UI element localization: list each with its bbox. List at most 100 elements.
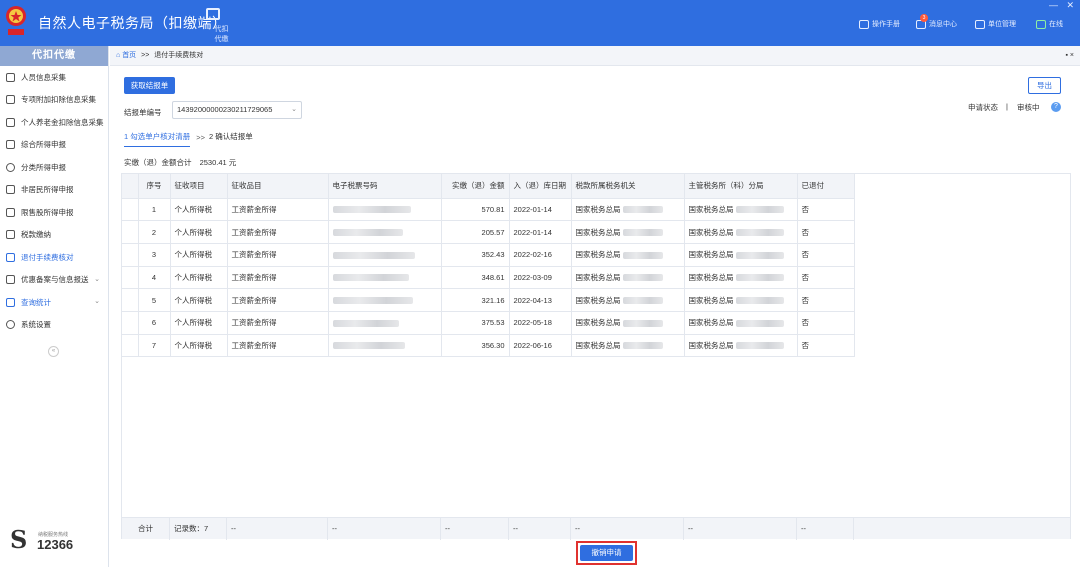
- cell-refunded: 否: [797, 266, 855, 290]
- footer-cell: --: [571, 518, 684, 540]
- export-button[interactable]: 导出: [1028, 77, 1061, 94]
- step-2[interactable]: 2 确认结报单: [209, 131, 253, 147]
- sidebar-item-nonresident[interactable]: 非居民所得申报: [0, 179, 108, 202]
- cell-branch: 国家税务总局: [684, 266, 798, 290]
- cell-item: 个人所得税: [170, 266, 228, 290]
- settlement-no-select[interactable]: 14392000000230211729065 ⌄: [172, 101, 302, 119]
- fetch-settlement-button[interactable]: 获取结报单: [124, 77, 175, 94]
- sidebar-item-personnel[interactable]: 人员信息采集: [0, 66, 108, 89]
- sidebar-item-restricted-shares[interactable]: 限售股所得申报: [0, 201, 108, 224]
- sidebar-item-pension[interactable]: 个人养老金扣除信息采集: [0, 111, 108, 134]
- cell-item-text: 个人所得税: [174, 272, 213, 282]
- table-row[interactable]: 4 个人所得税 工资薪金所得 348.61 2022-03-09 国家税务总局 国家税务总局…: [122, 266, 855, 290]
- cell-ticket-no: [328, 311, 442, 335]
- cell-item-text: 个人所得税: [174, 295, 213, 305]
- table-row[interactable]: 6 个人所得税 工资薪金所得 375.53 2022-05-18 国家税务总局 国家税务总局…: [122, 311, 855, 335]
- unit-management-link[interactable]: 单位管理: [975, 19, 1016, 29]
- cell-no: 1: [138, 198, 171, 222]
- sidebar-item-classified[interactable]: 分类所得申报: [0, 156, 108, 179]
- cell-date: 2022-03-09: [509, 266, 572, 290]
- cell-authority: 国家税务总局: [571, 334, 685, 358]
- row-spacer: [122, 220, 139, 244]
- sidebar-item-comprehensive[interactable]: 综合所得申报: [0, 134, 108, 157]
- cell-amount: 356.30: [441, 334, 510, 358]
- cell-amount: 352.43: [441, 243, 510, 267]
- tab-withholding[interactable]: 代扣代缴: [196, 8, 230, 43]
- cell-date-text: 2022-01-14: [513, 227, 552, 237]
- table-row[interactable]: 5 个人所得税 工资薪金所得 321.16 2022-04-13 国家税务总局 国家税务总局…: [122, 288, 855, 312]
- footer-cell: --: [328, 518, 441, 540]
- cell-item: 个人所得税: [170, 243, 228, 267]
- sidebar-item-label: 税款缴纳: [21, 230, 51, 240]
- cell-no-text: 6: [151, 318, 157, 328]
- cell-ticket-no: [328, 288, 442, 312]
- cell-branch-text: 国家税务总局: [688, 272, 734, 282]
- message-badge: 3: [920, 13, 928, 22]
- cell-branch-text: 国家税务总局: [688, 295, 734, 305]
- chevron-down-icon: ⌄: [94, 298, 100, 305]
- cell-item: 个人所得税: [170, 311, 228, 335]
- header-item: 征收项目: [170, 174, 228, 199]
- message-center-link[interactable]: 3 消息中心: [916, 13, 957, 29]
- redacted-mask: [622, 319, 663, 327]
- table-header-row: 序号 征收项目 征收品目 电子税票号码 实缴（退）金额 入（退）库日期 税款所属…: [122, 174, 855, 199]
- sidebar: 代扣代缴 人员信息采集 专项附加扣除信息采集 个人养老金扣除信息采集 综合所得申…: [0, 46, 109, 567]
- sidebar-item-preferential[interactable]: 优惠备案与信息报送 ⌄: [0, 269, 108, 292]
- redacted-mask: [332, 229, 403, 237]
- breadcrumb-current[interactable]: 退付手续费核对: [154, 52, 203, 59]
- cell-amount-text: 321.16: [481, 295, 505, 305]
- footer-cell: --: [441, 518, 509, 540]
- table-row[interactable]: 2 个人所得税 工资薪金所得 205.57 2022-01-14 国家税务总局 国家税务总局…: [122, 220, 855, 244]
- sidebar-item-query[interactable]: 查询统计 ⌄: [0, 291, 108, 314]
- breadcrumb-home[interactable]: 首页: [122, 52, 136, 59]
- cell-refunded-text: 否: [801, 204, 810, 214]
- cell-date-text: 2022-03-09: [513, 272, 552, 282]
- cell-subitem-text: 工资薪金所得: [231, 318, 277, 328]
- sidebar-item-special-deduction[interactable]: 专项附加扣除信息采集: [0, 89, 108, 112]
- bar-chart-icon: [6, 207, 15, 217]
- step-1[interactable]: 1 勾选单户核对清册: [124, 131, 191, 147]
- sidebar-item-tax-payment[interactable]: 税款缴纳: [0, 224, 108, 247]
- step-separator: >>: [196, 133, 206, 142]
- table-row[interactable]: 7 个人所得税 工资薪金所得 356.30 2022-06-16 国家税务总局 国家税务总局…: [122, 334, 855, 358]
- cell-no: 2: [138, 220, 171, 244]
- cell-amount: 205.57: [441, 220, 510, 244]
- cell-authority: 国家税务总局: [571, 288, 685, 312]
- cell-ticket-no: [328, 334, 442, 358]
- cell-item-text: 个人所得税: [174, 318, 213, 328]
- cell-branch: 国家税务总局: [684, 311, 798, 335]
- tab-controls[interactable]: ▪ ×: [1065, 46, 1074, 66]
- footer-cell: --: [684, 518, 797, 540]
- cell-date-text: 2022-05-18: [513, 318, 552, 328]
- cell-subitem-text: 工资薪金所得: [231, 250, 277, 260]
- settlement-no-value: 14392000000230211729065: [177, 105, 273, 114]
- manual-link[interactable]: 操作手册: [859, 19, 900, 29]
- collapse-sidebar-button[interactable]: «: [48, 346, 59, 357]
- receipt-icon: [6, 252, 15, 262]
- cell-subitem: 工资薪金所得: [227, 198, 329, 222]
- sidebar-item-label: 分类所得申报: [21, 162, 66, 172]
- chevron-down-icon: ⌄: [94, 275, 100, 283]
- file-icon: [6, 275, 15, 285]
- help-icon[interactable]: ?: [1051, 102, 1061, 112]
- close-window-button[interactable]: ✕: [1066, 0, 1074, 11]
- header-ticket-no: 电子税票号码: [328, 174, 442, 199]
- total-amount-line: 实缴（退）金额合计 2530.41 元: [124, 157, 236, 168]
- cell-refunded-text: 否: [801, 227, 810, 237]
- sidebar-item-label: 系统设置: [21, 320, 51, 330]
- sidebar-item-label: 综合所得申报: [21, 140, 66, 150]
- cell-item: 个人所得税: [170, 288, 228, 312]
- person-icon: [6, 72, 15, 82]
- table-row[interactable]: 3 个人所得税 工资薪金所得 352.43 2022-02-16 国家税务总局 国家税务总局…: [122, 243, 855, 267]
- cell-amount: 348.61: [441, 266, 510, 290]
- table-row[interactable]: 1 个人所得税 工资薪金所得 570.81 2022-01-14 国家税务总局 国家税务总局…: [122, 198, 855, 222]
- sidebar-item-settings[interactable]: 系统设置: [0, 314, 108, 337]
- row-spacer: [122, 311, 139, 335]
- cell-refunded-text: 否: [801, 318, 810, 328]
- online-status[interactable]: 在线: [1036, 19, 1063, 29]
- minimize-button[interactable]: —: [1049, 0, 1058, 10]
- row-spacer: [122, 243, 139, 267]
- cancel-application-button[interactable]: 撤销申请: [580, 545, 633, 561]
- sidebar-item-label: 退付手续费核对: [21, 252, 74, 262]
- sidebar-item-fee-check[interactable]: 退付手续费核对: [0, 246, 108, 269]
